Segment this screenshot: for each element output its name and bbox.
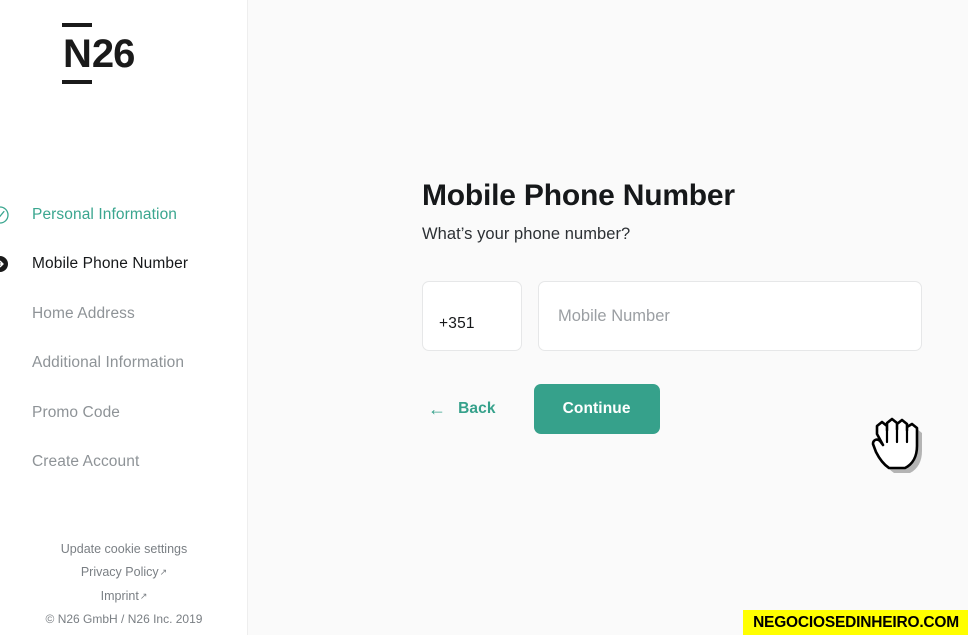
imprint-label: Imprint xyxy=(100,588,139,603)
continue-button[interactable]: Continue xyxy=(533,384,660,434)
privacy-policy-label: Privacy Policy xyxy=(80,565,159,579)
form-container: Mobile Phone Number What’s your phone nu… xyxy=(422,178,922,434)
arrow-right-filled-icon xyxy=(0,255,9,273)
mobile-number-field[interactable] xyxy=(538,281,922,351)
sidebar-item-label: Additional Information xyxy=(32,354,185,372)
sidebar: N 26 Personal Information Mobile Phone N… xyxy=(0,0,248,635)
update-cookie-settings-link[interactable]: Update cookie settings xyxy=(0,542,248,556)
main-content: Mobile Phone Number What’s your phone nu… xyxy=(248,0,968,635)
sidebar-item-label: Home Address xyxy=(32,304,135,322)
privacy-policy-link[interactable]: Privacy Policy↗ xyxy=(0,566,248,579)
page-subtitle: What’s your phone number? xyxy=(422,225,631,243)
sidebar-item-personal-information[interactable]: Personal Information xyxy=(0,190,248,240)
site-watermark: NEGOCIOSEDINHEIRO.COM xyxy=(743,609,968,635)
logo-number-26: 26 xyxy=(91,32,135,76)
phone-input-row: +351 xyxy=(422,281,922,351)
country-code-field[interactable]: +351 xyxy=(422,281,522,351)
back-button-label: Back xyxy=(458,400,496,417)
form-actions: ← Back Continue xyxy=(422,384,922,434)
back-button[interactable]: ← Back xyxy=(422,392,502,426)
sidebar-item-label: Promo Code xyxy=(32,403,121,421)
n26-logo: N 26 xyxy=(62,23,135,84)
copyright-text: © N26 GmbH / N26 Inc. 2019 xyxy=(45,612,203,626)
sidebar-item-mobile-phone-number[interactable]: Mobile Phone Number xyxy=(0,240,248,290)
sidebar-item-promo-code[interactable]: Promo Code xyxy=(0,388,248,438)
sidebar-item-home-address[interactable]: Home Address xyxy=(0,289,248,339)
arrow-left-icon: ← xyxy=(428,399,447,419)
sidebar-item-label: Personal Information xyxy=(32,205,178,223)
country-code-value: +351 xyxy=(439,315,475,332)
mobile-number-input[interactable] xyxy=(558,306,921,326)
external-link-icon: ↗ xyxy=(159,567,168,577)
signup-steps-nav: Personal Information Mobile Phone Number… xyxy=(0,190,248,487)
check-circle-icon xyxy=(0,206,9,224)
sidebar-item-label: Mobile Phone Number xyxy=(32,255,189,273)
logo-letter-n: N xyxy=(62,23,92,84)
signup-page: N 26 Personal Information Mobile Phone N… xyxy=(0,0,968,635)
sidebar-item-label: Create Account xyxy=(32,453,140,471)
imprint-link[interactable]: Imprint↗ xyxy=(0,588,248,603)
sidebar-footer: Update cookie settings Privacy Policy↗ I… xyxy=(0,542,248,626)
external-link-icon: ↗ xyxy=(139,590,148,601)
sidebar-item-additional-information[interactable]: Additional Information xyxy=(0,339,248,389)
sidebar-item-create-account[interactable]: Create Account xyxy=(0,438,248,488)
page-title: Mobile Phone Number xyxy=(422,179,735,212)
